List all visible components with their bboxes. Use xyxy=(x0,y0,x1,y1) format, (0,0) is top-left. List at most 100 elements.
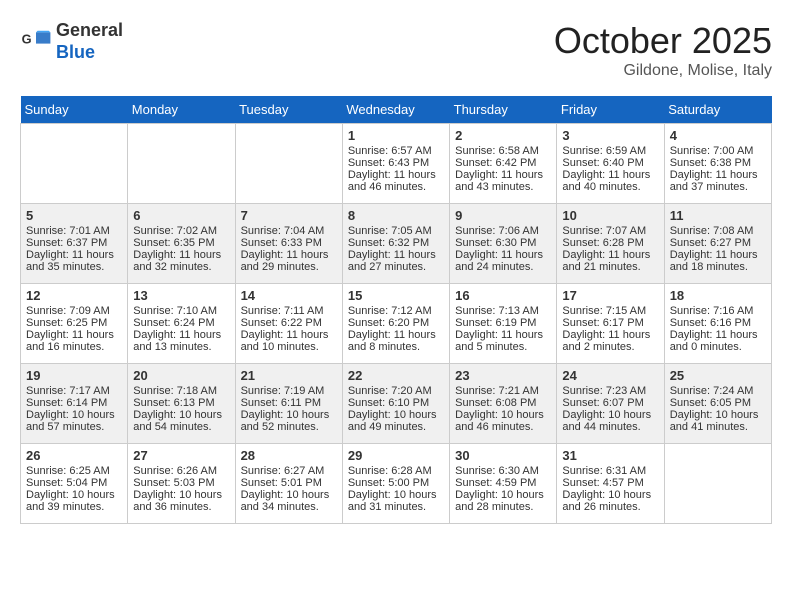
day-info: Sunset: 6:13 PM xyxy=(133,397,229,409)
day-info: Sunrise: 6:28 AM xyxy=(348,465,444,477)
calendar-cell: 30Sunrise: 6:30 AMSunset: 4:59 PMDayligh… xyxy=(450,444,557,524)
day-info: Daylight: 10 hours and 26 minutes. xyxy=(562,489,658,513)
day-info: Sunset: 4:59 PM xyxy=(455,477,551,489)
day-info: Sunrise: 6:26 AM xyxy=(133,465,229,477)
day-info: Sunset: 6:32 PM xyxy=(348,237,444,249)
calendar-cell: 25Sunrise: 7:24 AMSunset: 6:05 PMDayligh… xyxy=(664,364,771,444)
day-info: Daylight: 11 hours and 10 minutes. xyxy=(241,329,337,353)
calendar-cell: 18Sunrise: 7:16 AMSunset: 6:16 PMDayligh… xyxy=(664,284,771,364)
day-info: Sunset: 5:00 PM xyxy=(348,477,444,489)
logo-general: General xyxy=(56,20,123,42)
day-info: Sunrise: 7:12 AM xyxy=(348,305,444,317)
day-number: 17 xyxy=(562,288,658,303)
calendar-cell: 2Sunrise: 6:58 AMSunset: 6:42 PMDaylight… xyxy=(450,124,557,204)
calendar-week-row: 19Sunrise: 7:17 AMSunset: 6:14 PMDayligh… xyxy=(21,364,772,444)
day-info: Sunset: 6:07 PM xyxy=(562,397,658,409)
location: Gildone, Molise, Italy xyxy=(554,62,772,80)
day-number: 28 xyxy=(241,448,337,463)
day-info: Daylight: 10 hours and 34 minutes. xyxy=(241,489,337,513)
day-info: Daylight: 10 hours and 46 minutes. xyxy=(455,409,551,433)
day-info: Sunset: 6:43 PM xyxy=(348,157,444,169)
day-info: Daylight: 10 hours and 49 minutes. xyxy=(348,409,444,433)
title-block: October 2025 Gildone, Molise, Italy xyxy=(554,20,772,80)
day-info: Sunset: 6:37 PM xyxy=(26,237,122,249)
day-number: 1 xyxy=(348,128,444,143)
day-info: Sunrise: 7:15 AM xyxy=(562,305,658,317)
day-info: Daylight: 11 hours and 13 minutes. xyxy=(133,329,229,353)
calendar-cell: 4Sunrise: 7:00 AMSunset: 6:38 PMDaylight… xyxy=(664,124,771,204)
day-info: Sunrise: 7:16 AM xyxy=(670,305,766,317)
day-number: 5 xyxy=(26,208,122,223)
day-info: Daylight: 10 hours and 36 minutes. xyxy=(133,489,229,513)
calendar-cell: 24Sunrise: 7:23 AMSunset: 6:07 PMDayligh… xyxy=(557,364,664,444)
day-number: 4 xyxy=(670,128,766,143)
page-header: G General Blue October 2025 Gildone, Mol… xyxy=(20,20,772,80)
calendar-cell: 27Sunrise: 6:26 AMSunset: 5:03 PMDayligh… xyxy=(128,444,235,524)
day-number: 19 xyxy=(26,368,122,383)
weekday-header: Wednesday xyxy=(342,96,449,124)
month-title: October 2025 xyxy=(554,20,772,62)
logo-icon: G xyxy=(20,26,52,58)
day-info: Daylight: 11 hours and 46 minutes. xyxy=(348,169,444,193)
day-info: Sunrise: 7:07 AM xyxy=(562,225,658,237)
day-number: 10 xyxy=(562,208,658,223)
day-number: 14 xyxy=(241,288,337,303)
day-number: 8 xyxy=(348,208,444,223)
calendar-cell: 3Sunrise: 6:59 AMSunset: 6:40 PMDaylight… xyxy=(557,124,664,204)
day-number: 9 xyxy=(455,208,551,223)
day-info: Sunrise: 6:27 AM xyxy=(241,465,337,477)
day-info: Daylight: 11 hours and 32 minutes. xyxy=(133,249,229,273)
calendar-cell: 1 Sunrise: 6:57 AMSunset: 6:43 PMDaylight… xyxy=(342,124,449,204)
day-info: Daylight: 11 hours and 35 minutes. xyxy=(26,249,122,273)
day-info: Sunrise: 7:24 AM xyxy=(670,385,766,397)
calendar-cell: 21Sunrise: 7:19 AMSunset: 6:11 PMDayligh… xyxy=(235,364,342,444)
day-info: Sunrise: 6:25 AM xyxy=(26,465,122,477)
calendar-cell: 6Sunrise: 7:02 AMSunset: 6:35 PMDaylight… xyxy=(128,204,235,284)
day-info: Sunrise: 7:09 AM xyxy=(26,305,122,317)
calendar-cell xyxy=(664,444,771,524)
header-row: SundayMondayTuesdayWednesdayThursdayFrid… xyxy=(21,96,772,124)
calendar-cell: 5Sunrise: 7:01 AMSunset: 6:37 PMDaylight… xyxy=(21,204,128,284)
day-number: 29 xyxy=(348,448,444,463)
day-number: 26 xyxy=(26,448,122,463)
day-info: Daylight: 11 hours and 27 minutes. xyxy=(348,249,444,273)
day-info: Sunset: 6:20 PM xyxy=(348,317,444,329)
day-info: Sunrise: 7:05 AM xyxy=(348,225,444,237)
day-info: Daylight: 11 hours and 8 minutes. xyxy=(348,329,444,353)
calendar-cell: 12Sunrise: 7:09 AMSunset: 6:25 PMDayligh… xyxy=(21,284,128,364)
day-info: Daylight: 10 hours and 31 minutes. xyxy=(348,489,444,513)
day-info: Sunset: 6:30 PM xyxy=(455,237,551,249)
day-info: Sunrise: 7:20 AM xyxy=(348,385,444,397)
day-info: Sunset: 6:10 PM xyxy=(348,397,444,409)
calendar-cell: 13Sunrise: 7:10 AMSunset: 6:24 PMDayligh… xyxy=(128,284,235,364)
day-info: Daylight: 11 hours and 16 minutes. xyxy=(26,329,122,353)
day-info: Sunset: 6:25 PM xyxy=(26,317,122,329)
calendar-cell: 20Sunrise: 7:18 AMSunset: 6:13 PMDayligh… xyxy=(128,364,235,444)
calendar-table: SundayMondayTuesdayWednesdayThursdayFrid… xyxy=(20,96,772,524)
day-info: Sunrise: 6:57 AM xyxy=(348,145,444,157)
calendar-week-row: 5Sunrise: 7:01 AMSunset: 6:37 PMDaylight… xyxy=(21,204,772,284)
weekday-header: Sunday xyxy=(21,96,128,124)
day-number: 11 xyxy=(670,208,766,223)
day-info: Sunset: 5:04 PM xyxy=(26,477,122,489)
calendar-cell: 31Sunrise: 6:31 AMSunset: 4:57 PMDayligh… xyxy=(557,444,664,524)
calendar-cell: 22Sunrise: 7:20 AMSunset: 6:10 PMDayligh… xyxy=(342,364,449,444)
logo-text: General Blue xyxy=(56,20,123,63)
calendar-header: SundayMondayTuesdayWednesdayThursdayFrid… xyxy=(21,96,772,124)
day-number: 31 xyxy=(562,448,658,463)
day-info: Sunrise: 7:18 AM xyxy=(133,385,229,397)
day-info: Daylight: 11 hours and 40 minutes. xyxy=(562,169,658,193)
day-info: Sunset: 6:40 PM xyxy=(562,157,658,169)
day-number: 30 xyxy=(455,448,551,463)
day-info: Daylight: 11 hours and 24 minutes. xyxy=(455,249,551,273)
day-info: Sunset: 6:08 PM xyxy=(455,397,551,409)
day-info: Sunrise: 7:06 AM xyxy=(455,225,551,237)
day-info: Sunset: 6:19 PM xyxy=(455,317,551,329)
calendar-cell xyxy=(21,124,128,204)
day-info: Daylight: 11 hours and 2 minutes. xyxy=(562,329,658,353)
calendar-week-row: 1Sunrise: 6:57 AMSunset: 6:43 PMDaylight… xyxy=(21,124,772,204)
day-number: 7 xyxy=(241,208,337,223)
calendar-cell: 23Sunrise: 7:21 AMSunset: 6:08 PMDayligh… xyxy=(450,364,557,444)
calendar-cell: 8 Sunrise: 7:05 AMSunset: 6:32 PMDaylight… xyxy=(342,204,449,284)
day-info: Daylight: 11 hours and 0 minutes. xyxy=(670,329,766,353)
